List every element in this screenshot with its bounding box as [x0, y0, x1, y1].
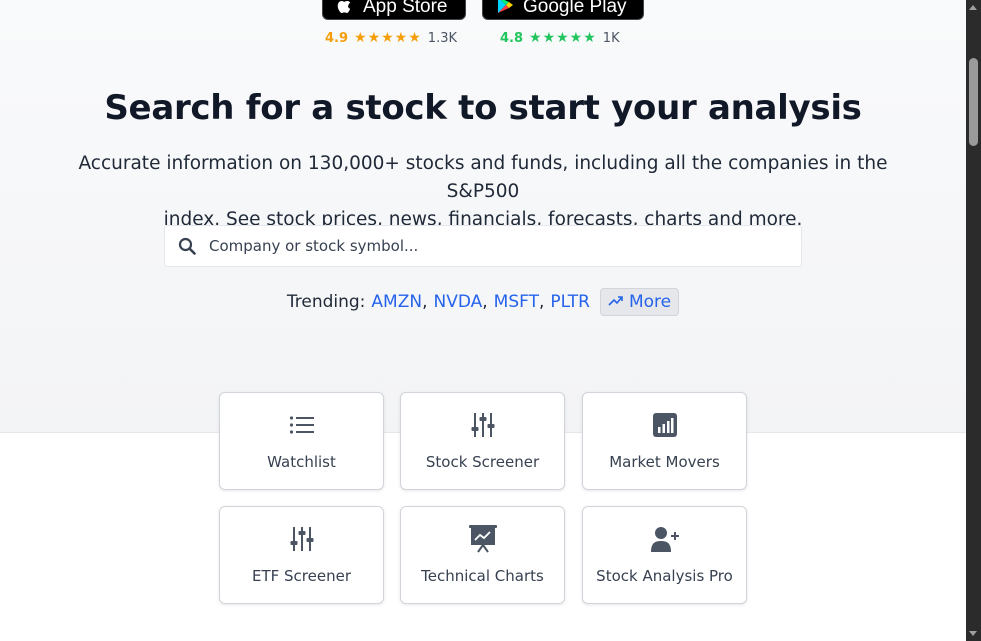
user-plus-icon [650, 525, 679, 553]
trending-link-amzn[interactable]: AMZN [371, 292, 422, 312]
page-subtitle: Accurate information on 130,000+ stocks … [50, 150, 916, 234]
sliders-icon [471, 411, 495, 439]
app-store-button[interactable]: App Store [322, 0, 466, 20]
trending-bar: Trending: AMZN, NVDA, MSFT, PLTR More [0, 288, 966, 316]
bar-chart-icon [652, 411, 677, 439]
card-label: Market Movers [609, 453, 720, 471]
vertical-scrollbar[interactable] [966, 0, 981, 641]
hero-section: App Store Google Play 4.9 ★★★★★ 1.3K 4.8… [0, 0, 966, 433]
google-play-label: Google Play [523, 0, 627, 17]
google-play-score: 4.8 [500, 30, 524, 46]
trending-more-button[interactable]: More [599, 288, 680, 316]
list-icon [289, 411, 315, 439]
app-store-rating: 4.9 ★★★★★ 1.3K [325, 30, 457, 46]
card-label: Technical Charts [421, 567, 544, 585]
trending-more-label: More [628, 292, 672, 312]
google-play-stars: ★★★★★ [529, 30, 597, 46]
trending-link-msft[interactable]: MSFT [494, 292, 539, 312]
card-technical-charts[interactable]: Technical Charts [400, 506, 565, 604]
trending-label: Trending: [286, 292, 366, 312]
scroll-up-arrow-icon[interactable] [969, 5, 977, 10]
trending-link-nvda[interactable]: NVDA [433, 292, 482, 312]
search-box[interactable] [164, 225, 802, 267]
scrollbar-thumb[interactable] [969, 58, 978, 146]
trending-up-icon [608, 292, 624, 312]
card-watchlist[interactable]: Watchlist [219, 392, 384, 490]
card-market-movers[interactable]: Market Movers [582, 392, 747, 490]
search-icon [165, 237, 207, 255]
card-label: Stock Screener [425, 453, 540, 471]
app-store-label: App Store [363, 0, 448, 17]
card-label: Stock Analysis Pro [596, 567, 733, 585]
card-label: Watchlist [267, 453, 336, 471]
presentation-chart-icon [468, 525, 497, 553]
page-title: Search for a stock to start your analysi… [104, 88, 862, 128]
google-play-rating: 4.8 ★★★★★ 1K [500, 30, 620, 46]
sliders-icon [290, 525, 314, 553]
subtitle-line-1: Accurate information on 130,000+ stocks … [78, 153, 888, 202]
search-input[interactable] [207, 236, 801, 256]
app-store-score: 4.9 [325, 30, 349, 46]
card-stock-analysis-pro[interactable]: Stock Analysis Pro [582, 506, 747, 604]
apple-icon [335, 0, 355, 15]
google-play-count: 1K [602, 30, 620, 46]
google-play-button[interactable]: Google Play [482, 0, 644, 20]
scroll-down-arrow-icon[interactable] [969, 631, 977, 636]
card-etf-screener[interactable]: ETF Screener [219, 506, 384, 604]
trending-link-pltr[interactable]: PLTR [550, 292, 590, 312]
google-play-icon [495, 0, 515, 15]
app-store-stars: ★★★★★ [354, 30, 422, 46]
card-label: ETF Screener [251, 567, 351, 585]
card-stock-screener[interactable]: Stock Screener [400, 392, 565, 490]
app-store-count: 1.3K [427, 30, 457, 46]
